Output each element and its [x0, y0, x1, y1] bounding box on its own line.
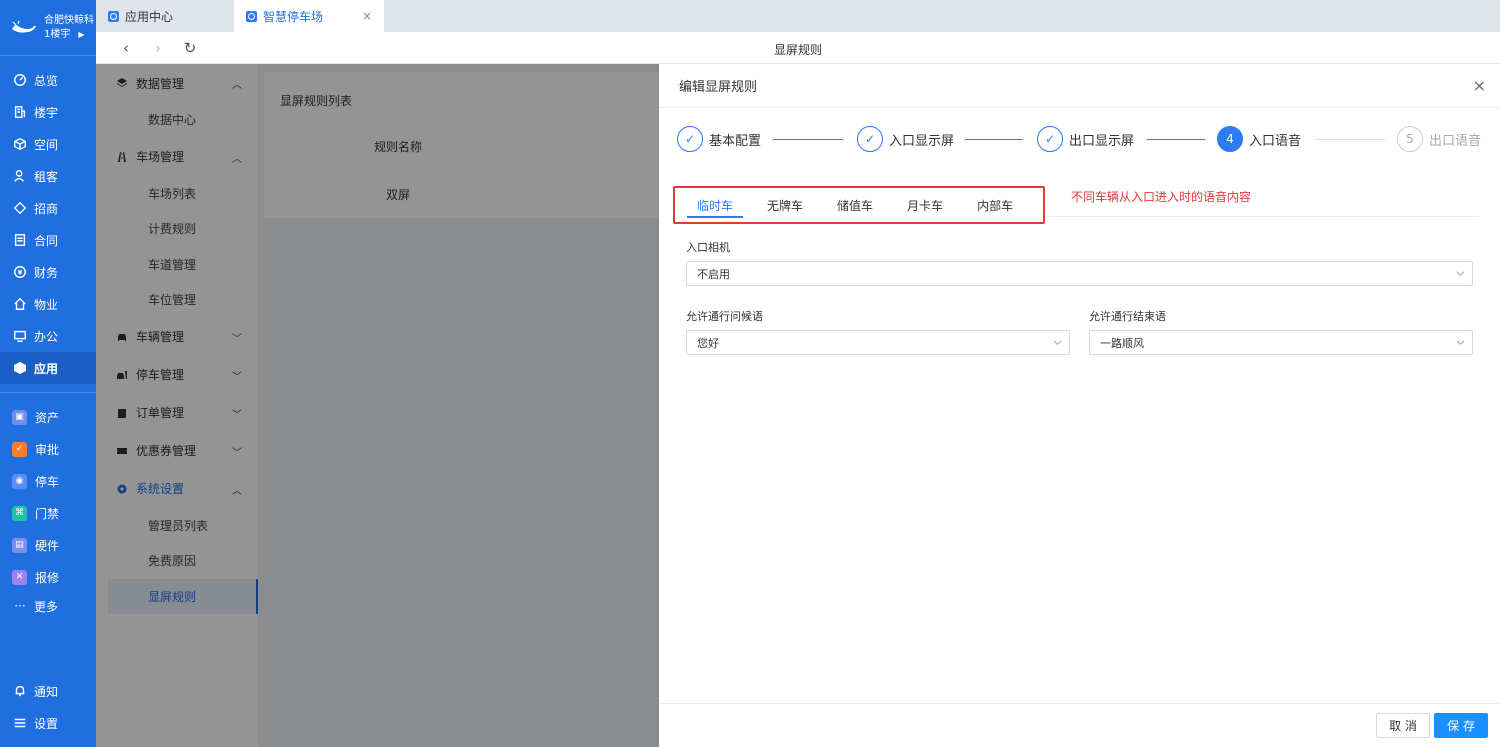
caret-right-icon: ▶ — [78, 29, 85, 39]
drawer-title: 编辑显屏规则 — [679, 80, 758, 95]
step-number: 5 — [1397, 126, 1423, 152]
cube-icon — [12, 136, 28, 152]
rail-app-assets[interactable]: ▣ 资产 — [0, 401, 96, 433]
rail-item-tenant[interactable]: 租客 — [0, 160, 96, 192]
rail-more[interactable]: ··· 更多 — [0, 593, 96, 619]
stepper: ✓ 基本配置 ✓ 入口显示屏 ✓ 出口显示屏 4 入口语音 5 出口语音 — [677, 126, 1487, 156]
rail-app-access[interactable]: ⌘ 门禁 — [0, 497, 96, 529]
brand[interactable]: 合肥快鲸科 1楼宇 ▶ — [0, 0, 96, 56]
tab-stored-value-vehicle[interactable]: 储值车 — [821, 187, 889, 223]
rail-item-leasing[interactable]: 招商 — [0, 192, 96, 224]
step-entry-display[interactable]: ✓ 入口显示屏 — [857, 126, 954, 152]
check-icon: ✓ — [677, 126, 703, 152]
tab-app-center[interactable]: 应用中心 — [96, 0, 234, 32]
building-name: 1楼宇 — [44, 28, 71, 40]
rail-item-property[interactable]: 物业 — [0, 288, 96, 320]
camera-select[interactable]: 不启用 — [686, 261, 1473, 286]
step-exit-voice[interactable]: 5 出口语音 — [1397, 126, 1481, 152]
refresh-button[interactable]: ↻ — [174, 39, 206, 57]
save-button[interactable]: 保 存 — [1434, 713, 1488, 738]
app-center-icon — [108, 10, 119, 22]
rail-item-app[interactable]: 应用 — [0, 352, 96, 384]
vehicle-type-tabs: 临时车 无牌车 储值车 月卡车 内部车 — [673, 186, 1045, 224]
whale-logo-icon — [10, 20, 38, 36]
step-number: 4 — [1217, 126, 1243, 152]
step-connector — [1147, 139, 1205, 140]
parking-app-icon: ◉ — [12, 473, 27, 489]
step-connector — [773, 139, 843, 140]
rail-app-parking[interactable]: ◉ 停车 — [0, 465, 96, 497]
bell-icon — [12, 683, 28, 699]
check-icon: ✓ — [857, 126, 883, 152]
app-icon — [12, 360, 28, 376]
tab-internal-vehicle[interactable]: 内部车 — [961, 187, 1029, 223]
access-app-icon: ⌘ — [12, 505, 27, 521]
ending-select[interactable]: 一路顺风 — [1089, 330, 1473, 355]
cancel-button[interactable]: 取 消 — [1376, 713, 1430, 738]
dashboard-icon — [12, 72, 28, 88]
more-dots-icon: ··· — [14, 599, 26, 613]
rail-item-notify[interactable]: 通知 — [0, 675, 96, 707]
step-exit-display[interactable]: ✓ 出口显示屏 — [1037, 126, 1134, 152]
drawer-footer: 取 消 保 存 — [659, 703, 1500, 747]
greeting-label: 允许通行问候语 — [686, 310, 763, 323]
menu-icon — [12, 715, 28, 731]
step-entry-voice[interactable]: 4 入口语音 — [1217, 126, 1301, 152]
tab-unlicensed-vehicle[interactable]: 无牌车 — [751, 187, 819, 223]
modal-mask[interactable] — [96, 64, 659, 747]
rail-app-hardware[interactable]: ▤ 硬件 — [0, 529, 96, 561]
rail-app-approval[interactable]: ✓ 审批 — [0, 433, 96, 465]
rail-item-office[interactable]: 办公 — [0, 320, 96, 352]
close-icon[interactable]: × — [1473, 76, 1486, 95]
chevron-down-icon — [1456, 337, 1465, 346]
approval-app-icon: ✓ — [12, 441, 27, 457]
rail-app-repair[interactable]: ✕ 报修 — [0, 561, 96, 593]
greeting-select[interactable]: 您好 — [686, 330, 1070, 355]
rail-item-settings[interactable]: 设置 — [0, 707, 96, 739]
close-icon[interactable]: × — [362, 9, 372, 23]
rail-item-space[interactable]: 空间 — [0, 128, 96, 160]
users-icon — [12, 168, 28, 184]
tab-monthly-vehicle[interactable]: 月卡车 — [891, 187, 959, 223]
brand-name: 合肥快鲸科 — [44, 14, 94, 26]
edit-rule-drawer: 编辑显屏规则 × ✓ 基本配置 ✓ 入口显示屏 ✓ 出口显示屏 4 入口语音 5… — [659, 64, 1500, 747]
tabs-bar: 应用中心 智慧停车场 × — [96, 0, 1500, 32]
rail-item-contract[interactable]: 合同 — [0, 224, 96, 256]
tab-temporary-vehicle[interactable]: 临时车 — [681, 187, 749, 223]
parking-tab-icon — [246, 10, 257, 22]
chevron-down-icon — [1053, 337, 1062, 346]
tab-divider — [1049, 216, 1479, 217]
document-icon — [12, 232, 28, 248]
back-button[interactable]: ‹ — [110, 39, 142, 57]
ending-label: 允许通行结束语 — [1089, 310, 1166, 323]
rail-divider — [0, 392, 96, 393]
coin-icon — [12, 264, 28, 280]
left-rail: 合肥快鲸科 1楼宇 ▶ 总览 楼宇 空间 租客 招商 合同 财务 物业 办公 应… — [0, 0, 96, 747]
nav-bar: ‹ › ↻ 显屏规则 — [96, 32, 1500, 64]
tab-smart-parking[interactable]: 智慧停车场 × — [234, 0, 384, 32]
camera-label: 入口相机 — [686, 241, 730, 254]
monitor-icon — [12, 328, 28, 344]
page-title: 显屏规则 — [773, 43, 822, 57]
hardware-app-icon: ▤ — [12, 537, 27, 553]
rail-item-finance[interactable]: 财务 — [0, 256, 96, 288]
step-connector — [965, 139, 1023, 140]
forward-button[interactable]: › — [142, 39, 174, 57]
rail-item-building[interactable]: 楼宇 — [0, 96, 96, 128]
building-icon — [12, 104, 28, 120]
assets-app-icon: ▣ — [12, 409, 27, 425]
repair-app-icon: ✕ — [12, 569, 27, 585]
tag-icon — [12, 200, 28, 216]
rail-item-overview[interactable]: 总览 — [0, 64, 96, 96]
chevron-down-icon — [1456, 268, 1465, 277]
home-icon — [12, 296, 28, 312]
check-icon: ✓ — [1037, 126, 1063, 152]
annotation-note: 不同车辆从入口进入时的语音内容 — [1071, 190, 1252, 204]
step-basic-config[interactable]: ✓ 基本配置 — [677, 126, 761, 152]
step-connector — [1315, 139, 1385, 140]
